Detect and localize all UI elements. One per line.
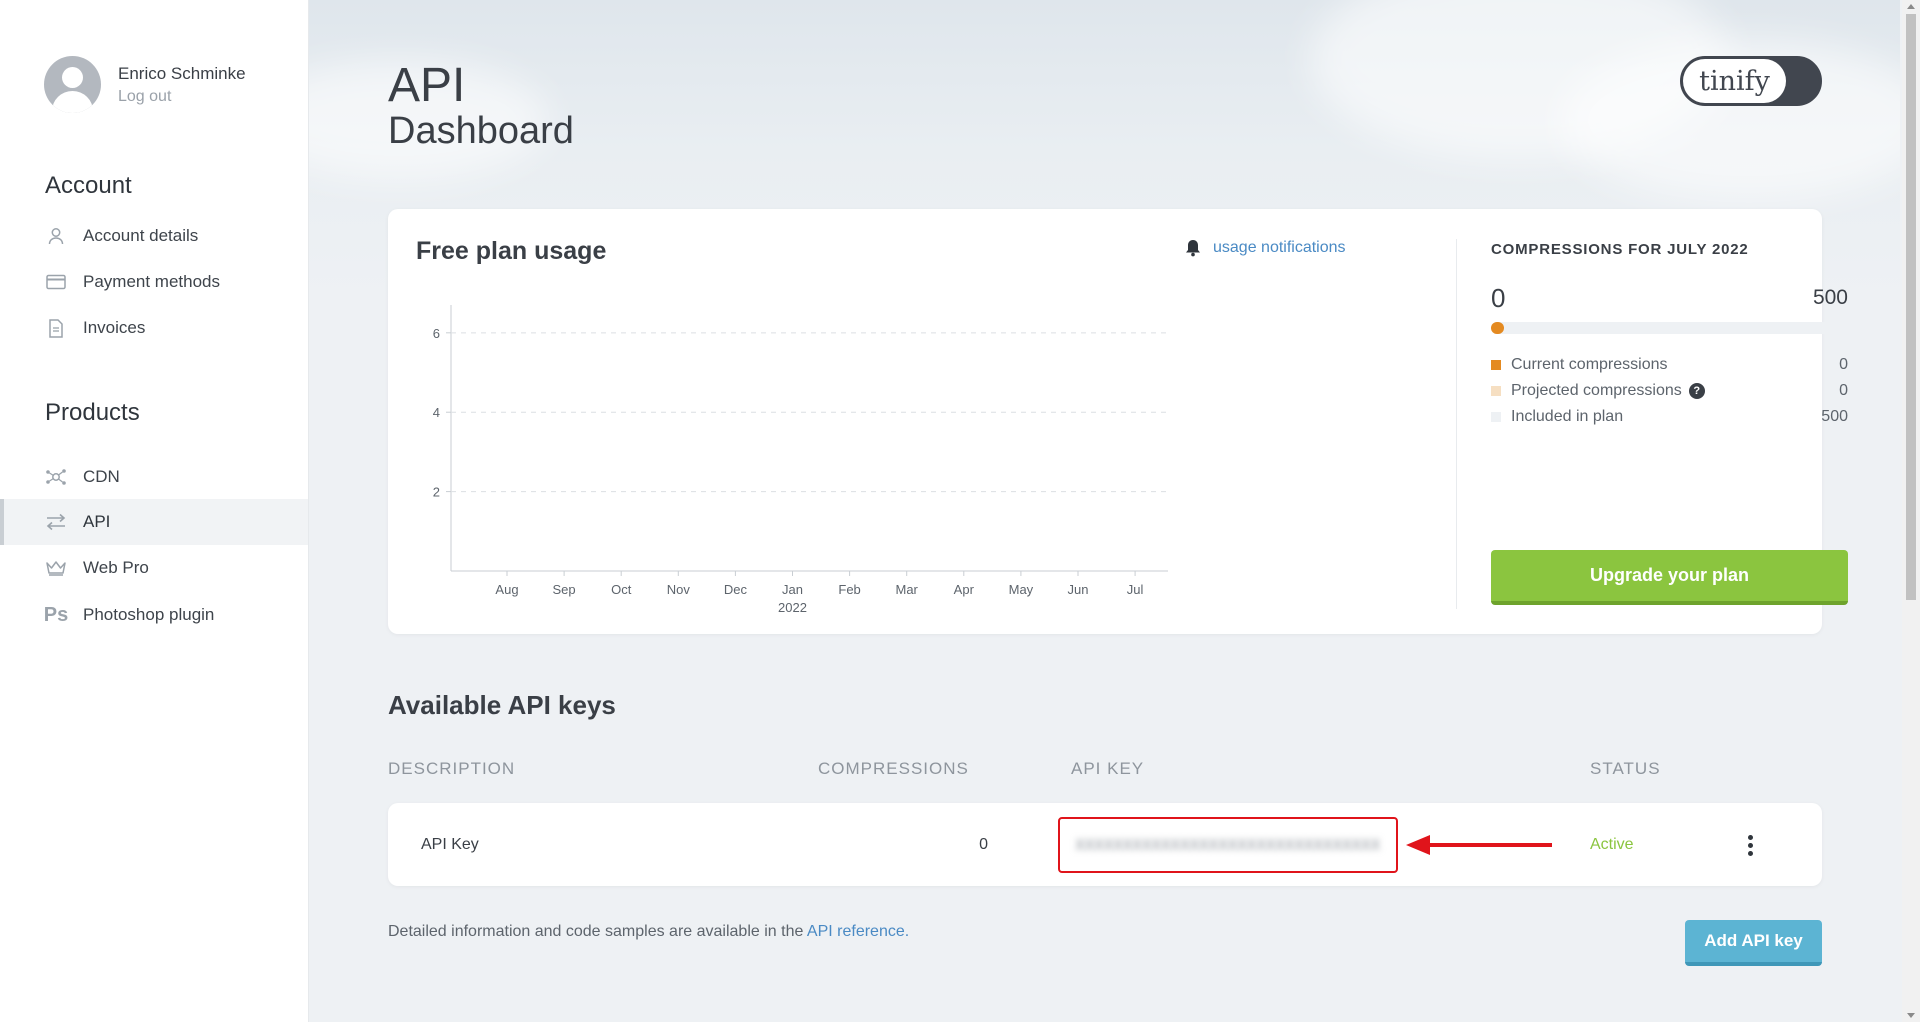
x-tick-label: May [1009,582,1034,597]
column-header-compressions: COMPRESSIONS [818,759,969,778]
legend-value: 0 [1839,356,1848,373]
sidebar-item-label: Account details [83,226,199,245]
x-tick-label: Jul [1127,582,1144,597]
table-row: API Key 0 XXXXXXXXXXXXXXXXXXXXXXXXXXXXXX… [388,803,1822,886]
footnote-text: Detailed information and code samples ar… [388,923,807,940]
scroll-up-icon[interactable] [1907,4,1915,9]
sidebar-item-payment-methods[interactable]: Payment methods [0,259,308,305]
compressions-min: 0 [1491,283,1506,313]
sidebar: Enrico Schminke Log out Account Account … [0,0,309,1022]
api-key-compressions: 0 [979,835,988,853]
x-year-label: 2022 [778,600,807,615]
upgrade-plan-button[interactable]: Upgrade your plan [1491,550,1848,605]
sidebar-item-label: Web Pro [83,558,149,577]
legend-projected-compressions: Projected compressions ? 0 [1491,380,1848,402]
y-tick-label: 6 [433,326,440,341]
x-tick-label: Mar [896,582,919,597]
credit-card-icon [45,271,67,293]
more-options-icon[interactable] [1738,831,1762,859]
usage-notifications-link[interactable]: usage notifications [1185,239,1346,257]
add-api-key-button[interactable]: Add API key [1685,920,1822,966]
avatar[interactable] [44,56,101,113]
sidebar-item-label: Invoices [83,318,146,337]
page-subtitle: Dashboard [388,110,574,152]
network-icon [45,466,67,488]
tinify-logo[interactable]: tinify [1680,56,1822,106]
card-divider [1456,239,1457,609]
api-key-value[interactable]: XXXXXXXXXXXXXXXXXXXXXXXXXXXXXXXX [1058,817,1398,873]
scroll-down-icon[interactable] [1907,1013,1915,1018]
usage-card: Free plan usage usage notifications 2 4 6 A… [388,209,1848,634]
sidebar-item-label: CDN [83,467,120,486]
usage-notifications-label: usage notifications [1213,239,1346,256]
bell-icon [1186,240,1200,257]
sidebar-item-invoices[interactable]: Invoices [0,305,308,351]
column-header-description: DESCRIPTION [388,759,516,778]
x-tick-label: Oct [611,582,632,597]
account-section-title: Account [45,172,132,199]
sidebar-item-api[interactable]: API [0,499,308,545]
help-icon[interactable]: ? [1688,383,1705,399]
x-tick-label: Jun [1068,582,1089,597]
sidebar-item-label: Payment methods [83,272,221,291]
sidebar-item-account-details[interactable]: Account details [0,213,308,259]
x-tick-label: Sep [553,582,576,597]
sidebar-item-photoshop-plugin[interactable]: Ps Photoshop plugin [0,592,308,638]
photoshop-icon: Ps [43,603,69,626]
api-keys-title: Available API keys [388,690,616,720]
x-tick-label: Jan [782,582,803,597]
legend-swatch [1491,386,1501,396]
sidebar-item-web-pro[interactable]: Web Pro [0,545,308,591]
legend-included-in-plan: Included in plan 500 [1491,406,1848,428]
products-section-title: Products [45,399,140,426]
main-content: API Dashboard tinify Free plan usage usa… [309,0,1900,1022]
crown-icon [45,557,67,579]
legend-label: Included in plan [1511,408,1624,425]
status-badge: Active [1590,835,1634,853]
x-tick-label: Dec [724,582,748,597]
api-key-description: API Key [421,835,479,853]
x-tick-label: Apr [954,582,975,597]
x-tick-label: Aug [495,582,518,597]
sidebar-item-cdn[interactable]: CDN [0,454,308,500]
usage-title: Free plan usage [416,237,607,265]
x-tick-label: Nov [667,582,691,597]
legend-current-compressions: Current compressions 0 [1491,354,1848,376]
legend-value: 500 [1821,408,1848,425]
api-reference-link[interactable]: API reference. [807,923,909,940]
column-header-api-key: API KEY [1071,759,1145,778]
user-icon [45,225,67,247]
api-reference-note: Detailed information and code samples ar… [388,923,909,941]
sidebar-item-label: Photoshop plugin [83,605,215,624]
logo-text: tinify [1683,59,1786,103]
user-name: Enrico Schminke [118,63,246,83]
column-header-status: STATUS [1590,759,1661,778]
arrows-icon [45,511,67,533]
page-title: API [388,59,466,112]
logout-link[interactable]: Log out [118,88,246,106]
usage-chart: 2 4 6 Aug Sep Oct Nov Dec Jan 2022 Feb Mar Apr May Jun… [433,305,1168,615]
document-icon [45,317,67,339]
compressions-max: 500 [1812,286,1848,309]
compressions-progress-fill [1491,322,1504,334]
annotation-arrow-icon [1406,835,1552,855]
y-tick-label: 4 [433,405,440,420]
compressions-progress-bar [1491,322,1848,334]
legend-swatch [1491,360,1501,370]
legend-swatch [1491,412,1501,422]
y-tick-label: 2 [433,485,440,500]
vertical-scrollbar[interactable] [1902,0,1920,1022]
legend-label: Projected compressions [1511,382,1682,399]
api-key-text: XXXXXXXXXXXXXXXXXXXXXXXXXXXXXXXX [1075,836,1381,854]
user-block: Enrico Schminke Log out [44,56,246,113]
legend-value: 0 [1839,382,1848,399]
sidebar-item-label: API [83,512,111,531]
x-tick-label: Feb [838,582,860,597]
legend-label: Current compressions [1511,356,1668,373]
scrollbar-thumb[interactable] [1906,14,1916,600]
compressions-title: COMPRESSIONS FOR JULY 2022 [1491,241,1749,258]
